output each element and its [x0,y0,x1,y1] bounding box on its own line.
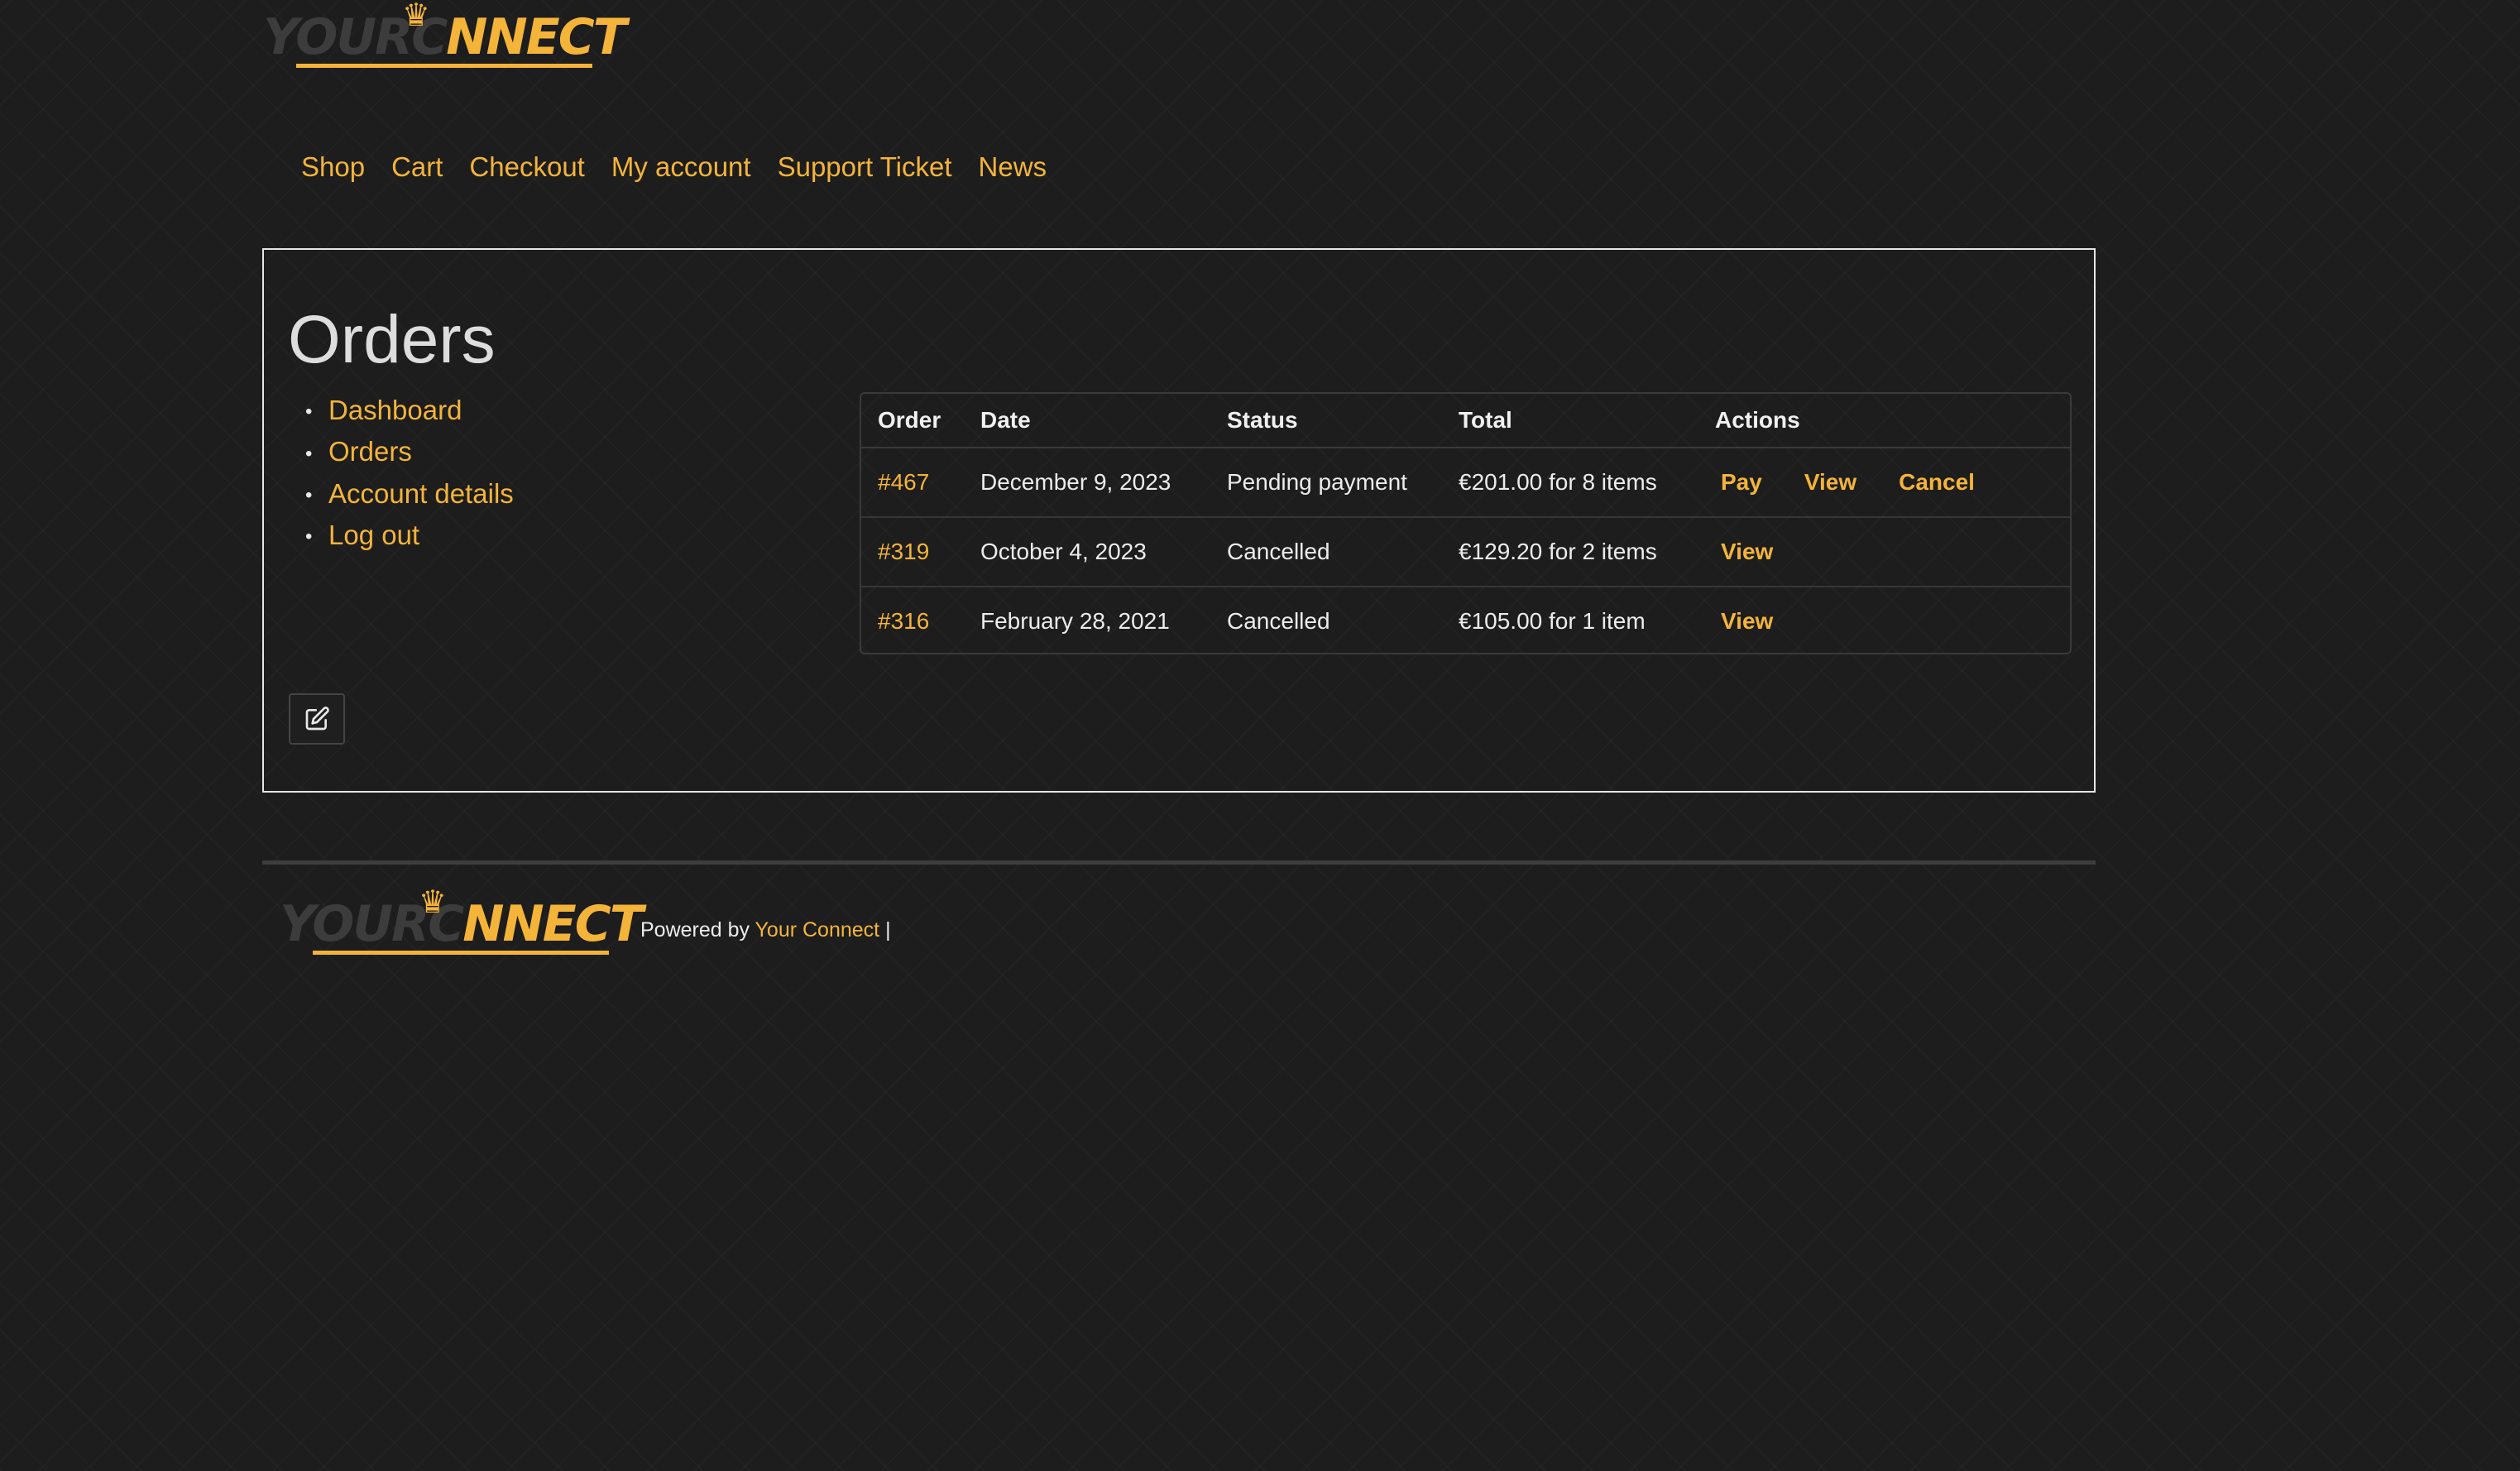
order-number-cell: #319 [861,517,964,587]
account-nav-item: Account details [328,474,514,515]
logo-text-part2: NNECT [446,8,626,66]
table-row: #467 December 9, 2023 Pending payment €2… [861,448,2070,518]
powered-by-prefix: Powered by [640,918,750,942]
order-date: October 4, 2023 [964,517,1210,587]
crown-icon: ♛ [419,884,447,920]
order-status: Cancelled [1210,517,1442,587]
orders-table-container: Order Date Status Total Actions #467 Dec… [860,392,2072,654]
order-number-link[interactable]: #467 [878,469,929,495]
order-date: February 28, 2021 [980,608,1170,634]
account-nav-item: Orders [328,432,514,473]
view-button[interactable]: View [1721,539,1773,564]
account-nav-item: Dashboard [328,391,514,432]
edit-button[interactable] [289,693,345,745]
table-row: #316 February 28, 2021 Cancelled €105.00… [861,587,2070,653]
powered-by-text: Powered by Your Connect | [640,918,891,942]
account-nav-orders[interactable]: Orders [328,436,412,467]
logo-underline [313,951,609,955]
crown-icon: ♛ [402,0,430,33]
header-order: Order [861,394,964,448]
order-actions: View [1698,517,2070,587]
pay-button[interactable]: Pay [1721,469,1762,495]
powered-by-link[interactable]: Your Connect [755,918,880,942]
nav-checkout[interactable]: Checkout [469,151,584,183]
order-number-cell: #467 [861,448,964,518]
footer-divider [262,860,2096,865]
order-total: €201.00 for 8 items [1442,448,1698,518]
order-total: €105.00 for 1 item [1459,608,1646,634]
order-number-cell: #316 [861,587,964,653]
footer-logo[interactable]: YOURC NNECT ♛ [280,884,644,955]
nav-my-account[interactable]: My account [611,151,751,183]
order-total: €129.20 for 2 items [1442,517,1698,587]
cancel-button[interactable]: Cancel [1899,469,1975,495]
order-status: Pending payment [1210,448,1442,518]
main-navigation: Shop Cart Checkout My account Support Ti… [301,151,1047,183]
account-nav-log-out[interactable]: Log out [328,520,419,550]
header-status: Status [1210,394,1442,448]
order-actions: Pay View Cancel [1698,448,2070,518]
order-number-link[interactable]: #319 [878,539,929,564]
table-row: #319 October 4, 2023 Cancelled €129.20 f… [861,517,2070,587]
content-panel: Orders Dashboard Orders Account details … [262,248,2096,793]
nav-shop[interactable]: Shop [301,151,365,183]
order-actions: View [1698,587,2070,653]
nav-news[interactable]: News [979,151,1047,183]
order-number-link[interactable]: #316 [878,608,929,634]
logo-text-part2: NNECT [462,895,643,953]
logo-underline [296,64,592,68]
account-nav-item: Log out [328,515,514,557]
order-status: Cancelled [1227,608,1330,634]
order-date: December 9, 2023 [964,448,1210,518]
nav-support-ticket[interactable]: Support Ticket [778,151,952,183]
orders-table: Order Date Status Total Actions #467 Dec… [861,394,2070,653]
table-header-row: Order Date Status Total Actions [861,394,2070,448]
view-button[interactable]: View [1804,469,1856,495]
nav-cart[interactable]: Cart [391,151,443,183]
header-actions: Actions [1698,394,2070,448]
powered-by-suffix: | [885,918,891,942]
page-title: Orders [288,302,496,377]
site-logo[interactable]: YOURC NNECT ♛ [263,0,627,68]
header-total: Total [1442,394,1698,448]
account-nav-account-details[interactable]: Account details [328,478,514,509]
view-button[interactable]: View [1721,608,1773,634]
account-navigation: Dashboard Orders Account details Log out [328,391,514,557]
header-date: Date [964,394,1210,448]
account-nav-dashboard[interactable]: Dashboard [328,395,462,425]
edit-icon [305,707,329,731]
